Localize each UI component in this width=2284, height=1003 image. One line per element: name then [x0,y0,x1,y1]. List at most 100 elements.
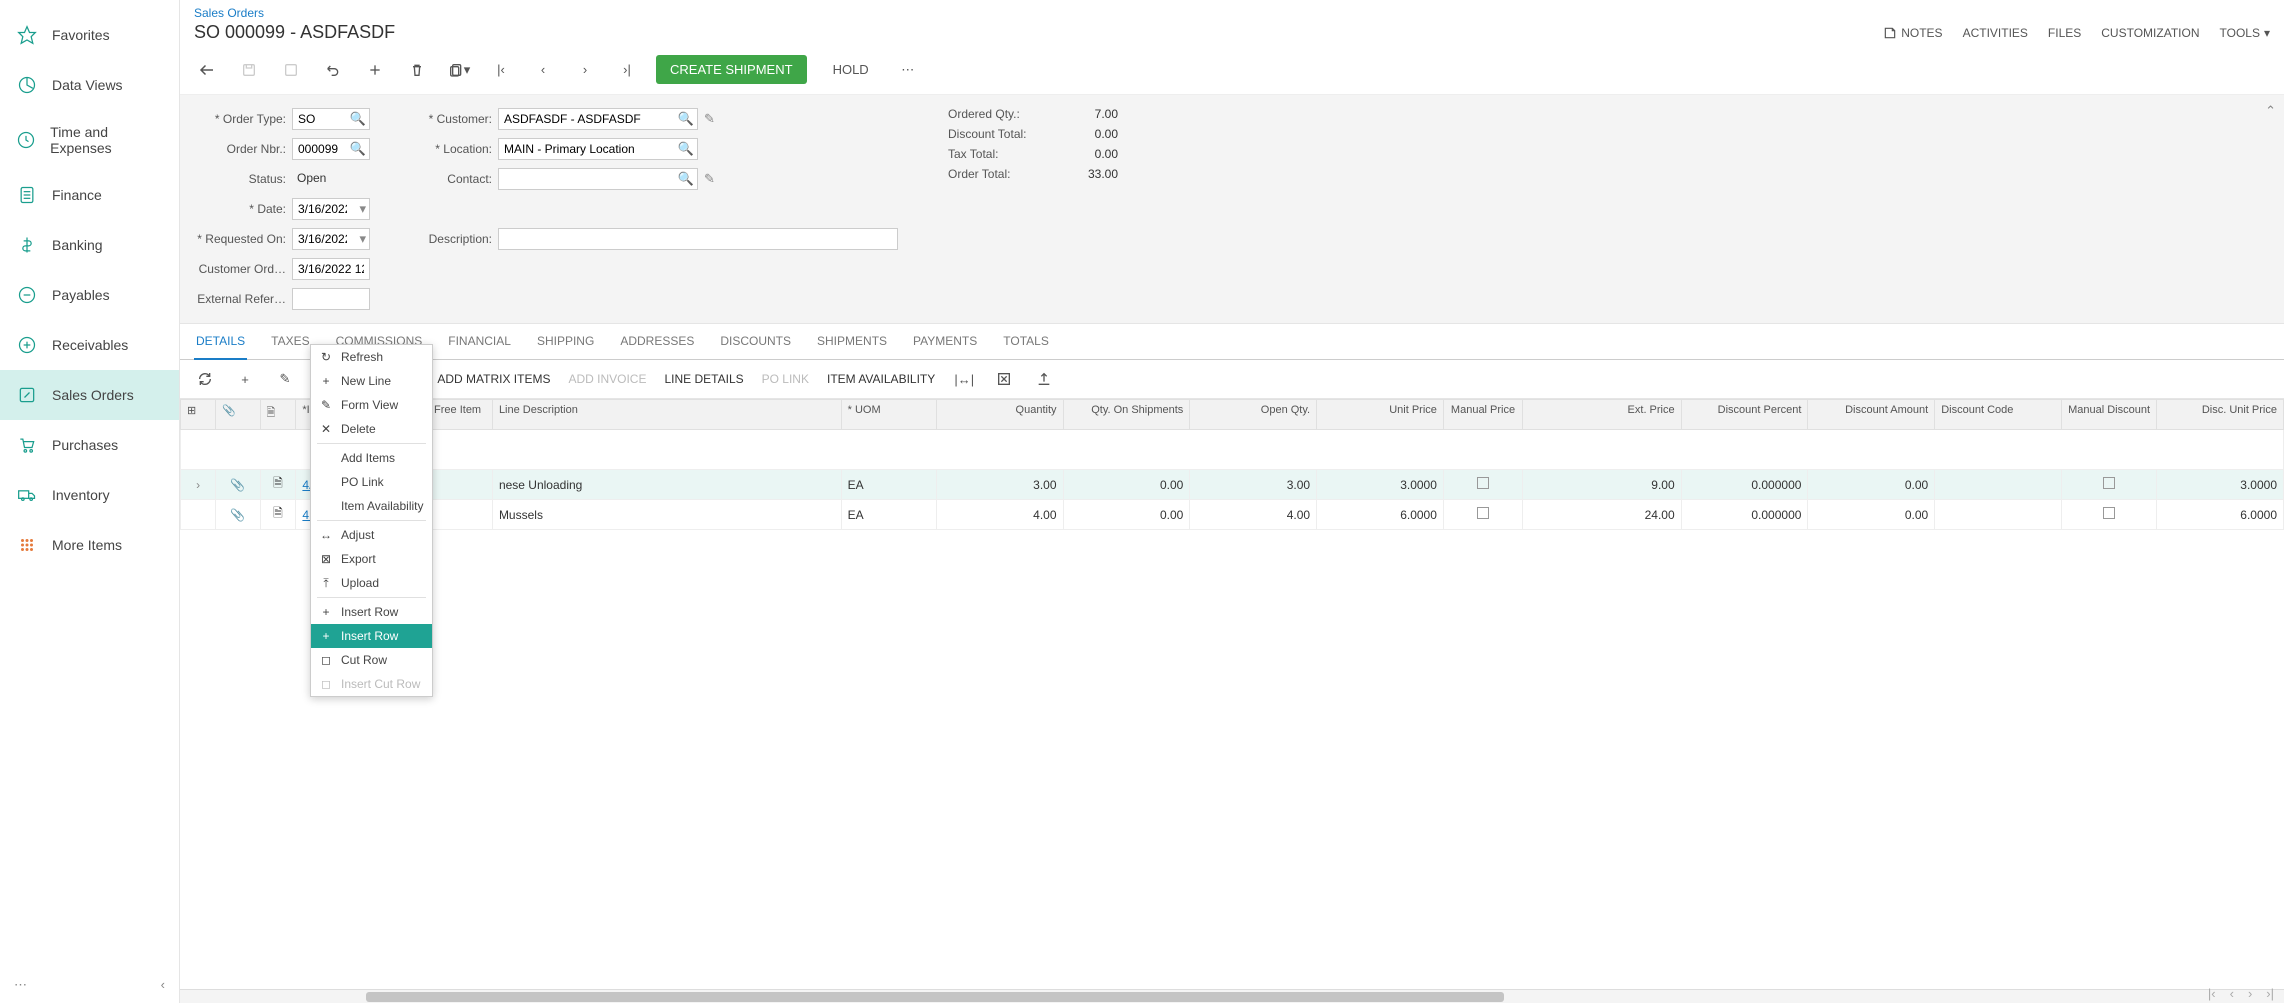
tab-totals[interactable]: TOTALS [1001,324,1051,359]
customer-input[interactable] [498,108,698,130]
sidebar-item-sales-orders[interactable]: Sales Orders [0,370,179,420]
create-shipment-button[interactable]: CREATE SHIPMENT [656,55,807,84]
tab-shipments[interactable]: SHIPMENTS [815,324,889,359]
line-desc-cell[interactable]: Mussels [492,500,841,530]
order-type-input[interactable] [292,108,370,130]
chevron-right-icon[interactable]: › [196,478,200,492]
manual-price-checkbox[interactable] [1477,507,1489,519]
col-disc-code[interactable]: Discount Code [1935,400,2062,430]
item-avail-button[interactable]: ITEM AVAILABILITY [827,372,935,386]
date-input[interactable] [292,198,370,220]
horizontal-scrollbar[interactable] [366,992,1504,1002]
pencil-icon[interactable]: ✎ [704,111,715,127]
disc-unit-cell[interactable]: 6.0000 [2157,500,2284,530]
col-uom[interactable]: * UOM [841,400,936,430]
uom-cell[interactable]: EA [841,500,936,530]
manual-price-checkbox[interactable] [1477,477,1489,489]
disc-unit-cell[interactable]: 3.0000 [2157,470,2284,500]
requested-on-input[interactable] [292,228,370,250]
sidebar-item-time[interactable]: Time and Expenses [0,110,179,170]
contact-input[interactable] [498,168,698,190]
edit-line-icon[interactable]: ✎ [274,368,296,390]
qty-cell[interactable]: 4.00 [936,500,1063,530]
collapse-form-icon[interactable]: ⌃ [2265,103,2276,119]
save-icon[interactable] [236,57,262,83]
tab-financial[interactable]: FINANCIAL [446,324,513,359]
breadcrumb[interactable]: Sales Orders [180,0,2284,20]
col-quantity[interactable]: Quantity [936,400,1063,430]
col-expand[interactable]: ⊞ [181,400,216,430]
note-cell[interactable]: 🗎 [260,470,296,500]
save-close-icon[interactable] [278,57,304,83]
qty-ship-cell[interactable]: 0.00 [1063,470,1190,500]
customer-ord-input[interactable] [292,258,370,280]
sidebar-item-payables[interactable]: Payables [0,270,179,320]
col-disc-amt[interactable]: Discount Amount [1808,400,1935,430]
pager-next-icon[interactable]: › [2248,986,2252,1001]
add-icon[interactable] [362,57,388,83]
sidebar-item-favorites[interactable]: Favorites [0,10,179,60]
add-line-icon[interactable]: + [234,368,256,390]
line-details-button[interactable]: LINE DETAILS [664,372,743,386]
hold-button[interactable]: HOLD [823,55,879,84]
col-line-desc[interactable]: Line Description [492,400,841,430]
uom-cell[interactable]: EA [841,470,936,500]
last-icon[interactable]: ›| [614,57,640,83]
delete-icon[interactable] [404,57,430,83]
ctx-delete[interactable]: ✕Delete [311,417,432,441]
open-qty-cell[interactable]: 3.00 [1190,470,1317,500]
clip-cell[interactable]: 📎 [216,470,260,500]
ctx-new-line[interactable]: +New Line [311,369,432,393]
customization-button[interactable]: CUSTOMIZATION [2101,26,2199,40]
ctx-form-view[interactable]: ✎Form View [311,393,432,417]
first-icon[interactable]: |‹ [488,57,514,83]
manual-disc-checkbox[interactable] [2103,507,2115,519]
ctx-insert-row-1[interactable]: +Insert Row [311,600,432,624]
qty-cell[interactable]: 3.00 [936,470,1063,500]
qty-ship-cell[interactable]: 0.00 [1063,500,1190,530]
col-unit-price[interactable]: Unit Price [1317,400,1444,430]
order-nbr-input[interactable] [292,138,370,160]
clip-cell[interactable]: 📎 [216,500,260,530]
ctx-insert-row-2[interactable]: +Insert Row [311,624,432,648]
col-disc-unit-price[interactable]: Disc. Unit Price [2157,400,2284,430]
sidebar-item-banking[interactable]: Banking [0,220,179,270]
ctx-export[interactable]: ⊠Export [311,547,432,571]
line-desc-cell[interactable]: nese Unloading [492,470,841,500]
pager-last-icon[interactable]: ›| [2266,986,2274,1001]
clipboard-icon[interactable]: ▾ [446,57,472,83]
unit-price-cell[interactable]: 6.0000 [1317,500,1444,530]
ctx-cut-row[interactable]: ◻Cut Row [311,648,432,672]
prev-icon[interactable]: ‹ [530,57,556,83]
upload-icon[interactable] [1033,368,1055,390]
sidebar-item-purchases[interactable]: Purchases [0,420,179,470]
col-disc-pct[interactable]: Discount Percent [1681,400,1808,430]
table-row[interactable]: › 📎 🗎 4ALBA nese Unloading EA 3.00 0.00 … [181,470,2284,500]
fit-columns-icon[interactable]: |↔| [953,368,975,390]
disc-pct-cell[interactable]: 0.000000 [1681,500,1808,530]
activities-button[interactable]: ACTIVITIES [1963,26,2028,40]
tab-shipping[interactable]: SHIPPING [535,324,596,359]
back-icon[interactable] [194,57,220,83]
ctx-refresh[interactable]: ↻Refresh [311,345,432,369]
col-manual-price[interactable]: Manual Price [1443,400,1522,430]
more-actions-icon[interactable]: ⋯ [895,57,921,83]
disc-pct-cell[interactable]: 0.000000 [1681,470,1808,500]
tab-payments[interactable]: PAYMENTS [911,324,979,359]
col-ext-price[interactable]: Ext. Price [1523,400,1681,430]
refresh-icon[interactable] [194,368,216,390]
note-cell[interactable]: 🗎 [260,500,296,530]
sidebar-item-data-views[interactable]: Data Views [0,60,179,110]
location-input[interactable] [498,138,698,160]
pager-prev-icon[interactable]: ‹ [2230,986,2234,1001]
notes-button[interactable]: NOTES [1883,26,1942,40]
ctx-upload[interactable]: ⤒Upload [311,571,432,595]
tab-addresses[interactable]: ADDRESSES [618,324,696,359]
manual-disc-checkbox[interactable] [2103,477,2115,489]
col-free-item[interactable]: Free Item [423,400,493,430]
table-row[interactable]: 📎 🗎 4F&B Mussels EA 4.00 0.00 4.00 6.000… [181,500,2284,530]
ctx-add-items[interactable]: Add Items [311,446,432,470]
sidebar-item-inventory[interactable]: Inventory [0,470,179,520]
pencil-icon[interactable]: ✎ [704,171,715,187]
col-open-qty[interactable]: Open Qty. [1190,400,1317,430]
